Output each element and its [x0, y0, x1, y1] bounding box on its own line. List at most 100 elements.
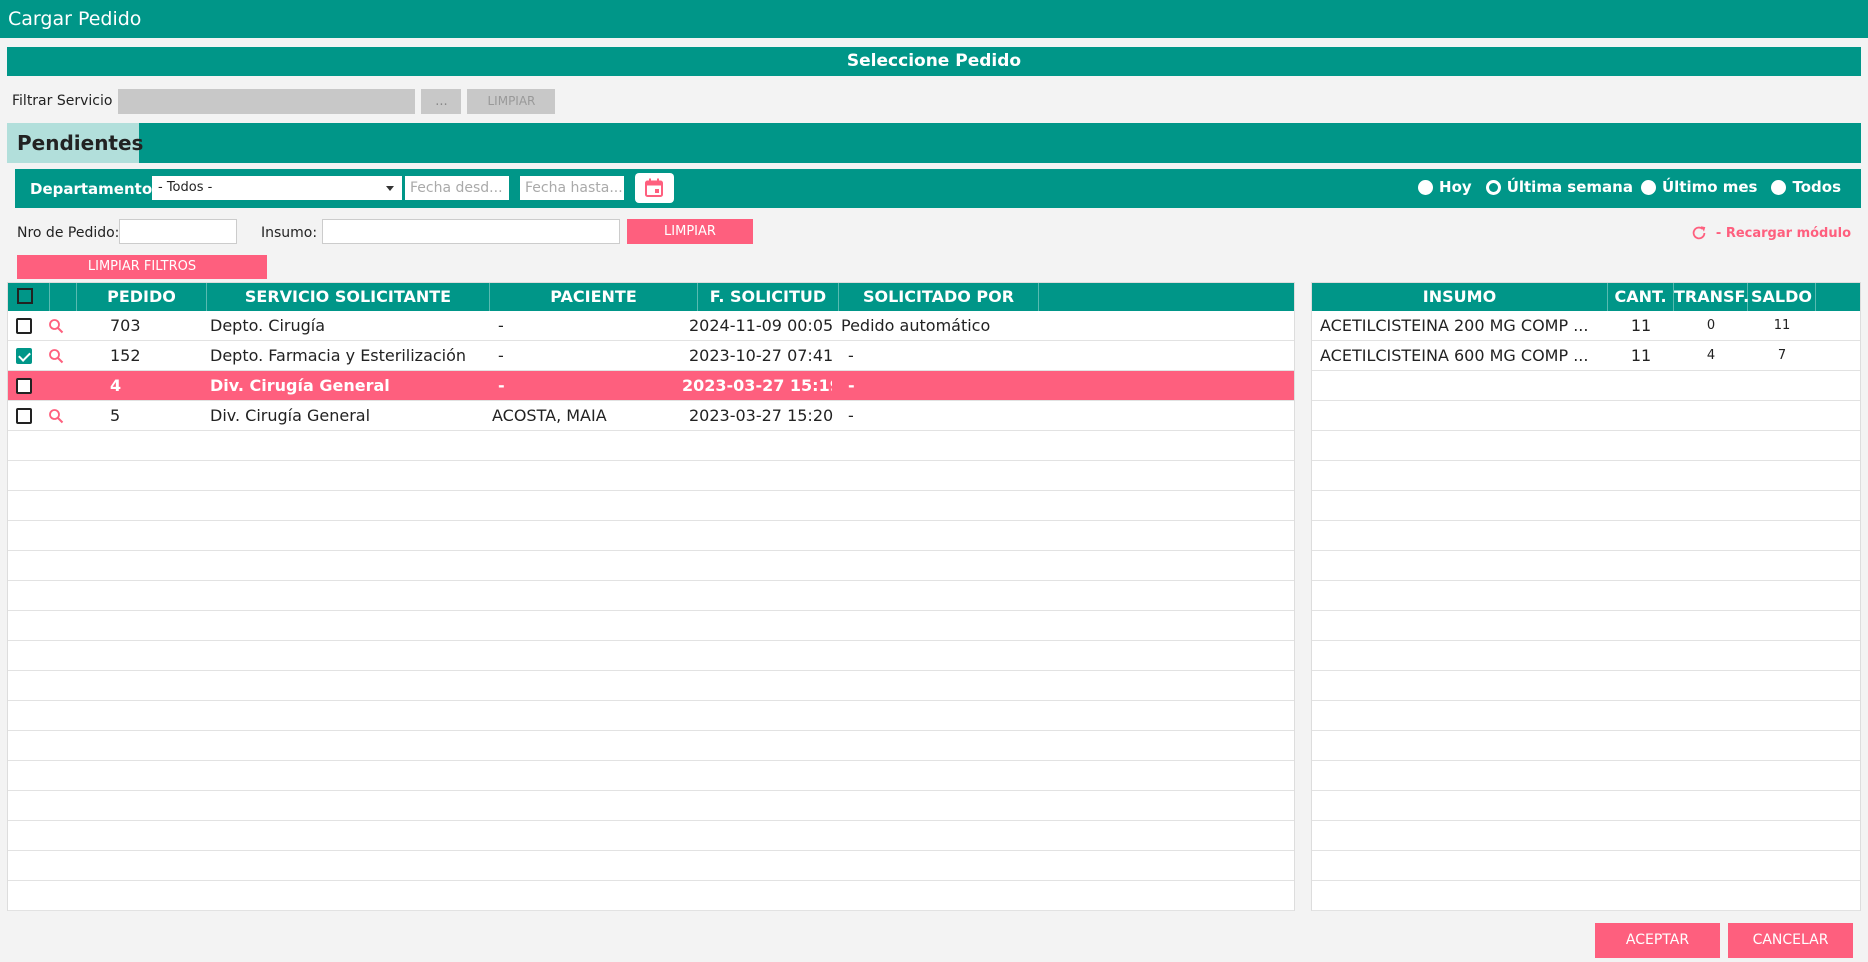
empty-row [8, 491, 1294, 521]
service-filter-input[interactable] [118, 88, 416, 114]
col-header-insumo[interactable]: INSUMO [1312, 283, 1608, 311]
cell-pedido: 5 [110, 406, 121, 425]
service-picker-button[interactable]: ... [421, 88, 462, 114]
search-icon[interactable] [48, 408, 64, 428]
order-number-label: Nro de Pedido: [17, 225, 120, 241]
empty-row [1312, 731, 1860, 761]
empty-row [8, 641, 1294, 671]
empty-row [1312, 701, 1860, 731]
col-header-solicitado[interactable]: SOLICITADO POR [839, 283, 1039, 311]
window-title: Cargar Pedido [0, 0, 1868, 38]
row-checkbox[interactable] [16, 348, 32, 364]
empty-row [8, 521, 1294, 551]
cell-pedido: 4 [110, 376, 122, 395]
cell-cant: 11 [1630, 346, 1652, 365]
cell-servicio: Depto. Farmacia y Esterilización [210, 346, 467, 365]
empty-row [1312, 761, 1860, 791]
col-header-saldo[interactable]: SALDO [1748, 283, 1816, 311]
orders-table-body: 703 Depto. Cirugía -2024-11-09 00:05 Pedido… [8, 311, 1294, 911]
cell-solicitado: Pedido automático [841, 316, 991, 335]
empty-row [8, 581, 1294, 611]
clear-button[interactable]: LIMPIAR [627, 219, 753, 244]
cell-insumo: ACETILCISTEINA 200 MG COMP ... [1320, 316, 1589, 335]
col-header-paciente[interactable]: PACIENTE [490, 283, 698, 311]
table-row[interactable]: 5 Div. Cirugía General ACOSTA, MAIA 2023-03… [8, 401, 1294, 431]
radio-button[interactable] [1640, 179, 1656, 195]
search-icon[interactable] [48, 348, 64, 368]
supply-label: Insumo: [261, 225, 318, 241]
row-checkbox[interactable] [16, 378, 32, 394]
order-number-input[interactable] [119, 219, 237, 244]
supplies-table-body: ACETILCISTEINA 200 MG COMP ... 11 0 11 ACETI… [1312, 311, 1860, 911]
header-select-cell [8, 283, 50, 311]
cell-fecha: 2023-03-27 15:20 [689, 406, 834, 425]
accept-button[interactable]: ACEPTAR [1595, 923, 1720, 958]
empty-row [8, 431, 1294, 461]
reload-module-link[interactable]: - Recargar módulo [1690, 224, 1851, 242]
radio-ultimo-mes[interactable]: Último mes [1640, 178, 1757, 196]
supply-input[interactable] [322, 219, 620, 244]
orders-table: PEDIDO SERVICIO SOLICITANTE PACIENTE F. … [7, 282, 1295, 911]
empty-row [1312, 461, 1860, 491]
clear-filters-button[interactable]: LIMPIAR FILTROS [17, 255, 267, 279]
radio-button[interactable] [1771, 179, 1787, 195]
search-icon[interactable] [48, 318, 64, 338]
empty-row [1312, 791, 1860, 821]
cell-pedido: 703 [110, 316, 141, 335]
cell-fecha: 2024-11-09 00:05 [689, 316, 834, 335]
calendar-button[interactable] [635, 173, 674, 203]
radio-hoy[interactable]: Hoy [1418, 178, 1472, 196]
section-header: Seleccione Pedido [7, 47, 1861, 76]
cancel-button[interactable]: CANCELAR [1728, 923, 1853, 958]
empty-row [1312, 491, 1860, 521]
empty-row [1312, 881, 1860, 911]
radio-ultima-semana[interactable]: Última semana [1485, 178, 1633, 196]
orders-table-header: PEDIDO SERVICIO SOLICITANTE PACIENTE F. … [8, 283, 1294, 311]
department-filter-bar: Departamentos - Todos - Fecha desd... Fe… [15, 169, 1861, 208]
table-row[interactable]: 4 Div. Cirugía General -2023-03-27 15:19- [8, 371, 1294, 401]
service-clear-button[interactable]: LIMPIAR [467, 88, 556, 114]
empty-row [8, 761, 1294, 791]
cell-paciente: - [498, 346, 504, 365]
date-from-input[interactable]: Fecha desd... [405, 176, 509, 200]
cell-paciente: ACOSTA, MAIA [492, 406, 607, 425]
cell-solicitado: - [848, 346, 854, 365]
empty-row [1312, 821, 1860, 851]
date-to-input[interactable]: Fecha hasta... [520, 176, 624, 200]
department-select[interactable]: - Todos - [152, 176, 402, 200]
col-header-servicio[interactable]: SERVICIO SOLICITANTE [207, 283, 490, 311]
row-checkbox[interactable] [16, 408, 32, 424]
cell-servicio: Div. Cirugía General [210, 376, 390, 395]
empty-row [8, 551, 1294, 581]
radio-button[interactable] [1418, 179, 1434, 195]
cell-paciente: - [498, 376, 505, 395]
empty-row [1312, 371, 1860, 401]
radio-button-selected[interactable] [1485, 179, 1501, 195]
col-header-pedido[interactable]: PEDIDO [77, 283, 207, 311]
col-header-transf[interactable]: TRANSF. [1674, 283, 1749, 311]
chevron-down-icon [386, 186, 394, 191]
tab-bar: Pendientes [7, 123, 1861, 163]
supplies-table: INSUMO CANT. TRANSF. SALDO ACETILCISTEIN… [1311, 282, 1861, 911]
empty-row [8, 791, 1294, 821]
table-row[interactable]: ACETILCISTEINA 600 MG COMP ... 11 4 7 [1312, 341, 1860, 371]
col-header-fecha[interactable]: F. SOLICITUD [698, 283, 839, 311]
row-checkbox[interactable] [16, 318, 32, 334]
table-row[interactable]: 703 Depto. Cirugía - 2024-11-09 00:05 Pedido… [8, 311, 1294, 341]
service-filter-label: Filtrar Servicio [12, 93, 113, 109]
empty-row [1312, 671, 1860, 701]
table-row[interactable]: 152 Depto. Farmacia y Esterilización -2023… [8, 341, 1294, 371]
empty-row [8, 881, 1294, 911]
table-row[interactable]: ACETILCISTEINA 200 MG COMP ... 11 0 11 [1312, 311, 1860, 341]
department-select-value: - Todos - [158, 180, 213, 195]
select-all-checkbox[interactable] [17, 288, 33, 304]
radio-todos[interactable]: Todos [1771, 178, 1841, 196]
cell-fecha: 2023-03-27 15:19 [682, 376, 832, 395]
empty-row [1312, 611, 1860, 641]
empty-row [8, 821, 1294, 851]
refresh-icon [1692, 226, 1706, 240]
empty-row [1312, 551, 1860, 581]
tab-pendientes[interactable]: Pendientes [7, 123, 143, 163]
col-header-cant[interactable]: CANT. [1608, 283, 1674, 311]
header-icon-cell [50, 283, 77, 311]
